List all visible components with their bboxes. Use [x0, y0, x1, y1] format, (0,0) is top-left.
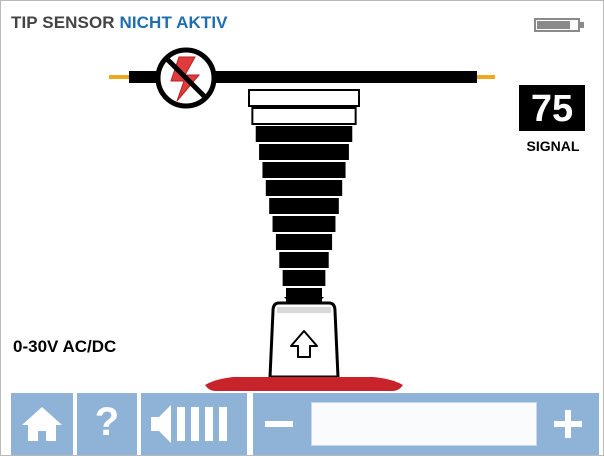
signal-bar-active [282, 270, 326, 286]
signal-bar-active [255, 126, 353, 142]
tip-sensor-screen: TIP SENSOR NICHT AKTIV 75 SIGNAL 0-30V A… [0, 0, 604, 456]
minus-icon [265, 421, 293, 427]
signal-label: SIGNAL [526, 138, 580, 154]
probe-base [205, 377, 403, 391]
volume-slider-track[interactable] [311, 402, 537, 446]
signal-value: 75 [519, 85, 585, 131]
signal-bar-active [259, 144, 349, 160]
signal-bar-active [265, 180, 343, 196]
signal-strength-bars [248, 89, 360, 304]
home-button[interactable] [11, 393, 73, 455]
signal-bar-inactive [251, 107, 357, 125]
decrease-button[interactable] [253, 393, 305, 455]
no-voltage-icon [155, 47, 217, 109]
signal-bar-active [269, 198, 339, 214]
volume-button[interactable] [141, 393, 247, 455]
signal-bar-active [272, 216, 336, 232]
volume-slider[interactable] [253, 393, 599, 455]
help-button[interactable]: ? [77, 393, 137, 455]
voltage-range-label: 0-30V AC/DC [13, 337, 117, 356]
toolbar: ? [1, 393, 603, 455]
plus-icon [554, 410, 582, 438]
increase-button[interactable] [541, 393, 595, 455]
speaker-volume-icon [151, 405, 227, 443]
signal-bar-active [279, 252, 329, 268]
home-icon [22, 407, 62, 441]
signal-bar-inactive [248, 89, 360, 107]
help-label: ? [94, 400, 120, 444]
signal-bar-active [262, 162, 346, 178]
probe-diagram [109, 47, 495, 391]
signal-bar-active [275, 234, 333, 250]
